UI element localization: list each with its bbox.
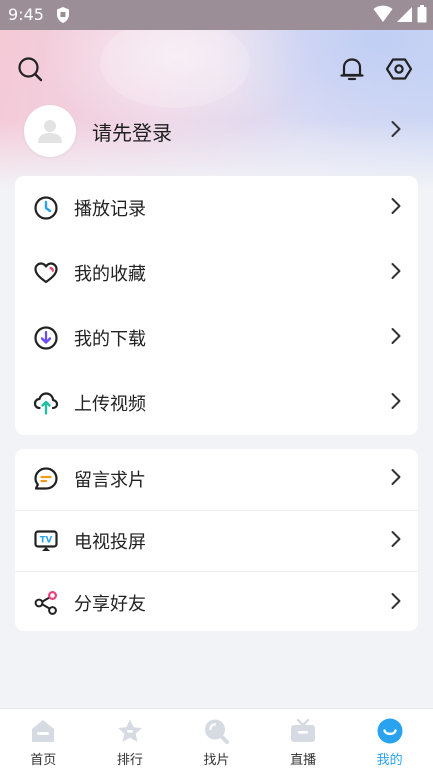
login-prompt[interactable]: 请先登录 <box>92 117 172 146</box>
chevron-right-icon <box>390 592 402 614</box>
header-decoration <box>100 18 250 108</box>
settings-icon[interactable] <box>385 55 413 83</box>
status-time: 9:45 <box>8 5 44 24</box>
menu-item-tv-cast[interactable]: TV 电视投屏 <box>15 509 418 572</box>
tab-ranking[interactable]: 排行 <box>87 709 174 770</box>
tab-label: 找片 <box>203 753 230 768</box>
shield-icon <box>55 6 71 28</box>
message-icon <box>32 465 60 493</box>
chevron-right-icon <box>390 327 402 349</box>
tab-find-film[interactable]: 找片 <box>173 709 260 770</box>
chevron-right-icon <box>390 120 402 142</box>
chevron-right-icon <box>390 392 402 414</box>
menu-label: 上传视频 <box>74 393 146 415</box>
menu-item-downloads[interactable]: 我的下载 <box>15 306 418 371</box>
menu-label: 我的收藏 <box>74 264 146 286</box>
menu-item-play-history[interactable]: 播放记录 <box>15 176 418 241</box>
tab-live[interactable]: 直播 <box>260 709 347 770</box>
profile-face-icon <box>376 717 404 745</box>
menu-item-favorites[interactable]: 我的收藏 <box>15 241 418 306</box>
tab-label: 直播 <box>290 753 317 768</box>
chevron-right-icon <box>390 530 402 552</box>
avatar[interactable] <box>24 105 76 157</box>
chevron-right-icon <box>390 262 402 284</box>
menu-label: 分享好友 <box>74 593 146 615</box>
default-avatar-icon <box>38 120 62 143</box>
tab-label: 排行 <box>116 753 143 768</box>
search-film-icon <box>202 717 230 745</box>
wifi-icon <box>373 5 393 27</box>
menu-label: 我的下载 <box>74 328 146 350</box>
bottom-tab-bar: 首页 排行 找片 直播 我的 <box>0 708 433 770</box>
tv-cast-icon: TV <box>32 527 60 555</box>
menu-label: 留言求片 <box>74 470 146 492</box>
menu-item-upload-video[interactable]: 上传视频 <box>15 370 418 435</box>
menu-item-share-friends[interactable]: 分享好友 <box>15 571 418 633</box>
menu-card-secondary: 留言求片 TV 电视投屏 分享好友 <box>15 449 418 631</box>
share-icon <box>32 589 60 617</box>
tab-mine[interactable]: 我的 <box>346 709 433 770</box>
svg-text:TV: TV <box>40 535 53 545</box>
search-icon[interactable] <box>16 55 44 83</box>
battery-icon <box>417 5 427 27</box>
tab-label: 首页 <box>30 753 57 768</box>
menu-item-request-film[interactable]: 留言求片 <box>15 449 418 510</box>
tab-home[interactable]: 首页 <box>0 709 87 770</box>
chevron-right-icon <box>390 468 402 490</box>
cloud-upload-icon <box>32 389 60 417</box>
heart-icon <box>32 259 60 287</box>
signal-icon <box>397 5 413 27</box>
download-icon <box>32 324 60 352</box>
status-bar: 9:45 <box>0 0 433 30</box>
live-tv-icon <box>289 717 317 745</box>
bell-icon[interactable] <box>338 55 366 83</box>
login-row[interactable]: 请先登录 <box>24 103 414 159</box>
home-icon <box>29 717 57 745</box>
menu-label: 播放记录 <box>74 199 146 221</box>
tab-label: 我的 <box>376 753 403 768</box>
chevron-right-icon <box>390 197 402 219</box>
menu-label: 电视投屏 <box>74 531 146 553</box>
star-rank-icon <box>116 717 144 745</box>
history-clock-icon <box>32 194 60 222</box>
menu-card-primary: 播放记录 我的收藏 我的下载 上传视频 <box>15 176 418 435</box>
